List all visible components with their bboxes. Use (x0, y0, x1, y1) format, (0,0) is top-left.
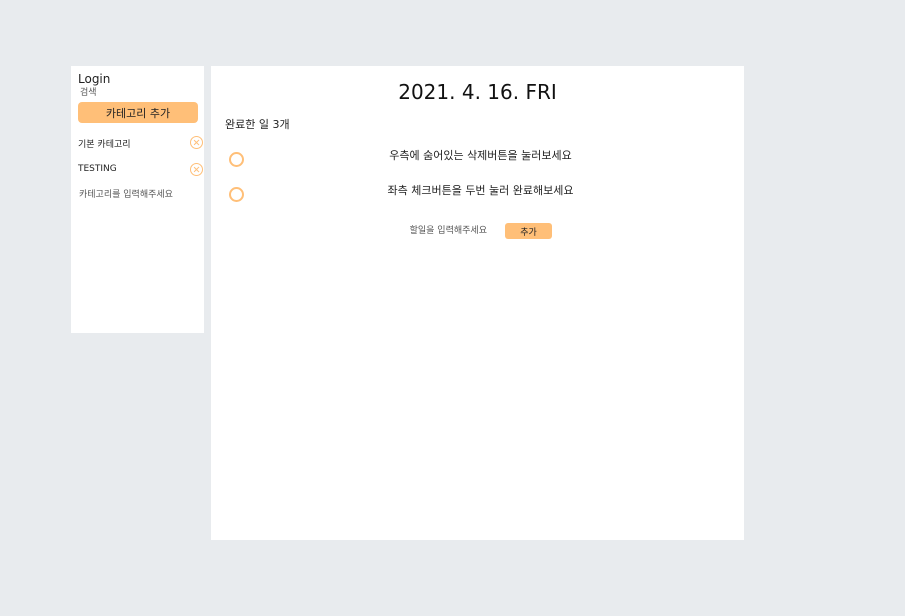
close-circle-icon[interactable] (190, 163, 203, 176)
category-label: 기본 카테고리 (78, 140, 131, 150)
category-label: TESTING (78, 164, 117, 174)
category-item-default[interactable]: 기본 카테고리 (78, 136, 203, 150)
todo-item[interactable]: 우측에 숨어있는 삭제버튼을 눌러보세요 (211, 149, 744, 172)
category-input[interactable] (78, 188, 198, 202)
todo-input[interactable] (361, 223, 491, 238)
todo-text: 좌측 체크버튼을 두번 눌러 완료해보세요 (387, 184, 574, 197)
close-circle-icon[interactable] (190, 136, 203, 149)
done-count: 완료한 일 3개 (225, 118, 290, 131)
todo-text: 우측에 숨어있는 삭제버튼을 눌러보세요 (389, 149, 572, 162)
date-title: 2021. 4. 16. FRI (398, 80, 557, 104)
category-item-testing[interactable]: TESTING (78, 163, 203, 177)
todo-panel: 2021. 4. 16. FRI 완료한 일 3개 우측에 숨어있는 삭제버튼을… (211, 66, 744, 540)
sidebar: Login 검색 카테고리 추가 기본 카테고리 TESTING (71, 66, 204, 333)
add-todo-button[interactable]: 추가 (505, 223, 552, 239)
search-link[interactable]: 검색 (80, 85, 97, 98)
add-category-button[interactable]: 카테고리 추가 (78, 102, 198, 123)
login-link[interactable]: Login (78, 72, 110, 86)
todo-item[interactable]: 좌측 체크버튼을 두번 눌러 완료해보세요 (211, 184, 744, 207)
